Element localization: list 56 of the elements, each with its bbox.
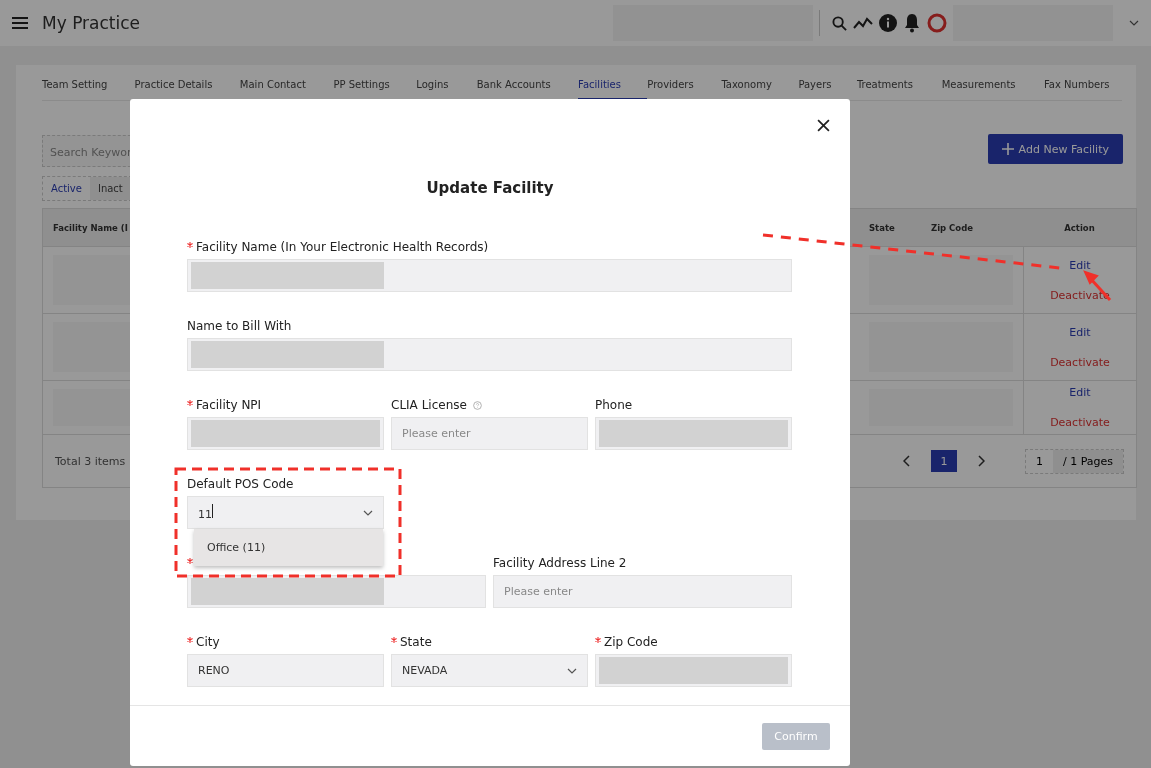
- caret-icon: [1129, 18, 1139, 28]
- page-title: My Practice: [42, 13, 141, 33]
- settings-tab[interactable]: Main Contact: [239, 77, 334, 100]
- settings-tab[interactable]: Fax Numbers: [1044, 77, 1122, 100]
- settings-tab[interactable]: Team Setting: [42, 77, 135, 100]
- bell-icon[interactable]: [903, 13, 921, 33]
- settings-tab[interactable]: Bank Accounts: [476, 77, 579, 100]
- settings-tab[interactable]: Logins: [416, 77, 477, 100]
- page-jump-field[interactable]: 1 / 1 Pages: [1024, 448, 1124, 474]
- menu-icon[interactable]: [12, 17, 28, 29]
- status-tab[interactable]: Inact: [89, 177, 131, 200]
- field-label: Phone: [595, 398, 633, 412]
- masked-field[interactable]: [187, 575, 486, 608]
- masked-field[interactable]: [187, 259, 792, 292]
- combo-field[interactable]: 11: [187, 496, 384, 529]
- masked-field[interactable]: [187, 338, 792, 371]
- total-count: Total 3 items: [55, 454, 126, 468]
- field-label: Name to Bill With: [187, 319, 292, 333]
- field-label: Facility NPI: [196, 398, 262, 412]
- field-label: Default POS Code: [187, 477, 294, 491]
- add-facility-button[interactable]: Add New Facility: [987, 134, 1123, 164]
- dropdown-option[interactable]: Office (11): [194, 529, 383, 566]
- field-label: State: [400, 635, 432, 649]
- settings-tab[interactable]: Payers: [798, 77, 857, 100]
- column-header: Zip Code: [921, 209, 1023, 246]
- settings-tab[interactable]: Providers: [647, 77, 722, 100]
- previous-page-icon[interactable]: [902, 455, 911, 467]
- ring-icon[interactable]: [927, 13, 947, 33]
- field-label: Zip Code: [604, 635, 658, 649]
- field-label: City: [196, 635, 220, 649]
- trend-line-icon[interactable]: [853, 16, 873, 30]
- info-icon[interactable]: [879, 14, 897, 32]
- settings-tab[interactable]: Measurements: [941, 77, 1044, 100]
- next-page-icon[interactable]: [976, 455, 985, 467]
- text-field[interactable]: Please enter: [493, 575, 792, 608]
- column-header: Action: [1023, 209, 1136, 246]
- close-icon[interactable]: [817, 119, 830, 132]
- plus-icon: [1001, 143, 1014, 155]
- page-button[interactable]: 1: [930, 450, 957, 472]
- text-field[interactable]: Please enter: [391, 417, 588, 450]
- dialog-title: Update Facility: [425, 179, 555, 197]
- settings-tab[interactable]: Practice Details: [134, 77, 240, 100]
- settings-tab[interactable]: Treatments: [856, 77, 942, 100]
- column-header: State: [859, 209, 921, 246]
- text-field[interactable]: RENO: [187, 654, 384, 687]
- settings-tab[interactable]: Taxonomy: [721, 77, 799, 100]
- edit-link[interactable]: Edit: [1069, 258, 1091, 272]
- edit-link[interactable]: Edit: [1069, 386, 1091, 399]
- search-icon[interactable]: [832, 15, 847, 31]
- select-field[interactable]: NEVADA: [391, 654, 588, 687]
- deactivate-link[interactable]: Deactivate: [1050, 355, 1110, 369]
- edit-link[interactable]: Edit: [1069, 325, 1091, 339]
- field-label: CLIA License: [391, 398, 467, 412]
- deactivate-link[interactable]: Deactivate: [1050, 416, 1110, 429]
- settings-tab[interactable]: PP Settings: [333, 77, 417, 100]
- field-label: Facility Address Line 2: [493, 556, 627, 570]
